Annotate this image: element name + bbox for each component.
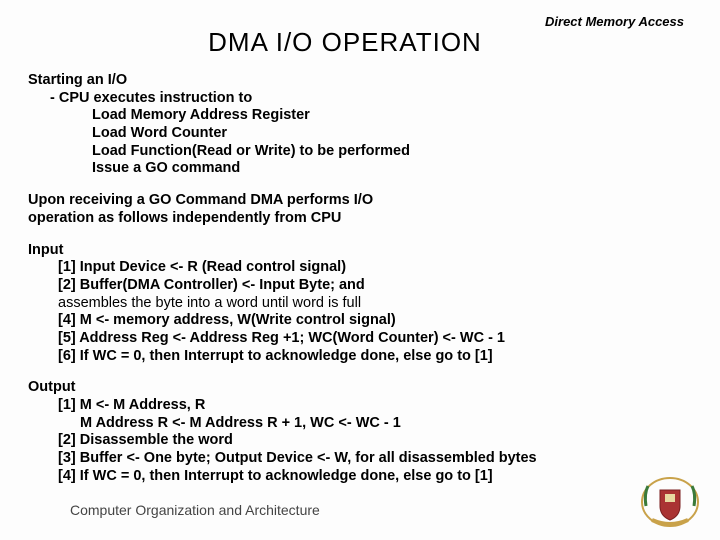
section-output: Output [1] M <- M Address, R M Address R…	[28, 379, 692, 485]
section-starting-io: Starting an I/O - CPU executes instructi…	[28, 72, 692, 178]
text-line: Starting an I/O	[28, 72, 692, 90]
text-line: assembles the byte into a word until wor…	[58, 295, 361, 311]
text-line: Issue a GO command	[28, 160, 692, 178]
slide: Direct Memory Access DMA I/O OPERATION S…	[0, 0, 720, 485]
text-line: [2] Disassemble the word	[28, 432, 692, 450]
crest-logo-icon	[638, 472, 702, 530]
text-line: Upon receiving a GO Command DMA performs…	[28, 192, 692, 210]
section-input: Input [1] Input Device <- R (Read contro…	[28, 242, 692, 366]
text-line: Output	[28, 379, 692, 397]
text-line: [4] M <- memory address, W(Write control…	[28, 312, 692, 330]
text-line: [1] M <- M Address, R	[28, 397, 692, 415]
text-line: Load Function(Read or Write) to be perfo…	[28, 143, 692, 161]
text-line: [6] If WC = 0, then Interrupt to acknowl…	[28, 348, 692, 366]
text-line: [4] If WC = 0, then Interrupt to acknowl…	[28, 468, 692, 486]
text-line: Load Word Counter	[28, 125, 692, 143]
text-line: - CPU executes instruction to	[28, 90, 692, 108]
text-line: Load Memory Address Register	[28, 107, 692, 125]
text-line: [2] Buffer(DMA Controller) <- Input Byte…	[28, 277, 692, 295]
text-line: [3] Buffer <- One byte; Output Device <-…	[28, 450, 692, 468]
text-line: [5] Address Reg <- Address Reg +1; WC(Wo…	[28, 330, 692, 348]
text-line: M Address R <- M Address R + 1, WC <- WC…	[28, 415, 692, 433]
footer-text: Computer Organization and Architecture	[70, 502, 320, 518]
text-line: Input	[28, 242, 692, 260]
text-line: operation as follows independently from …	[28, 210, 692, 228]
text-line: [1] Input Device <- R (Read control sign…	[28, 259, 692, 277]
section-go-command: Upon receiving a GO Command DMA performs…	[28, 192, 692, 227]
slide-title: DMA I/O OPERATION	[0, 27, 692, 58]
